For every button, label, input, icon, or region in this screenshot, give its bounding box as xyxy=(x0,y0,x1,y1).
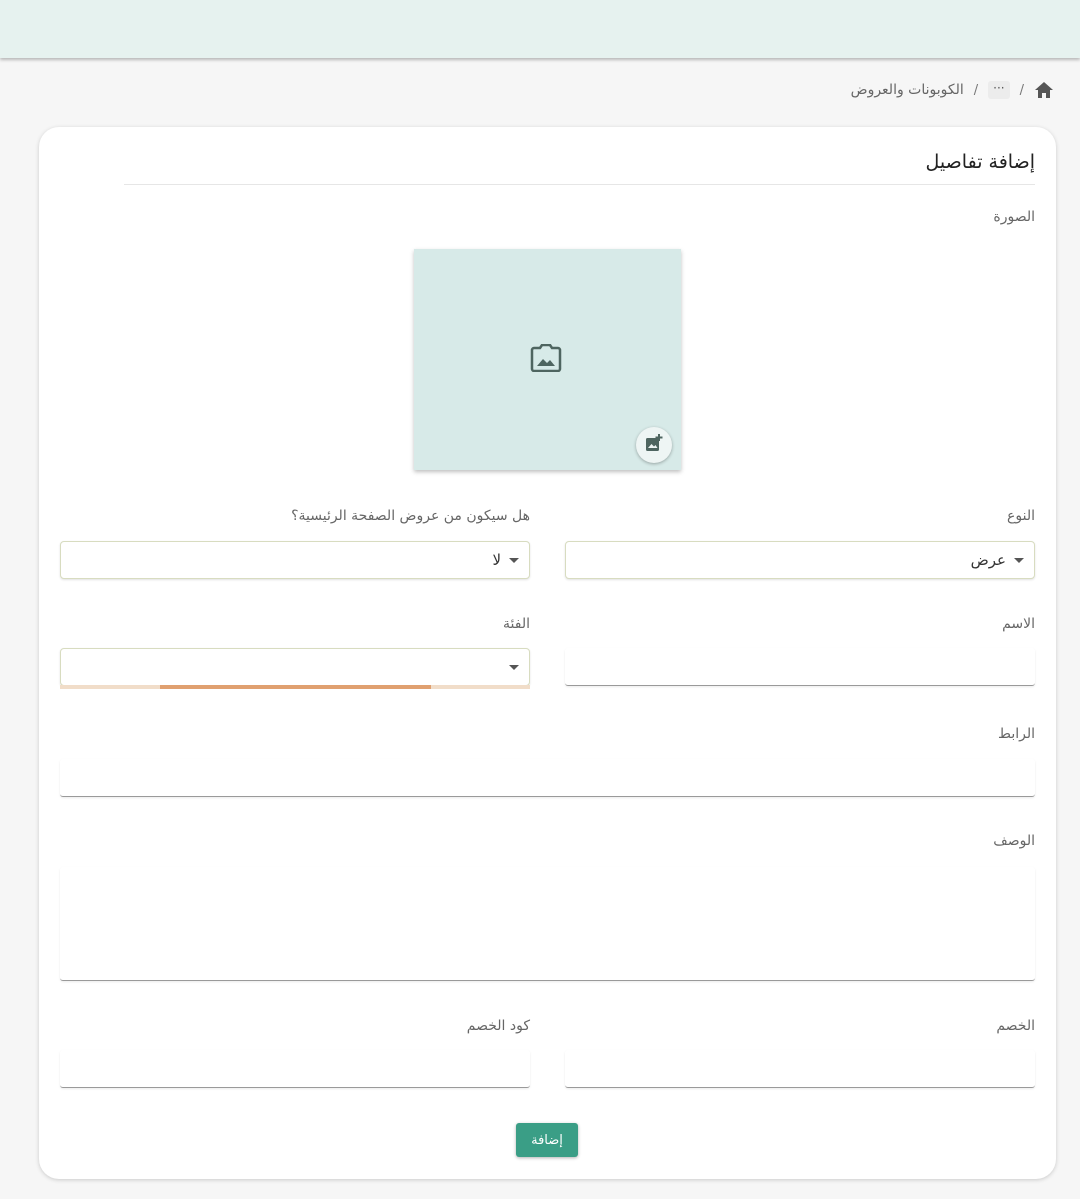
breadcrumb-ellipsis-button[interactable]: ··· xyxy=(988,81,1010,99)
discount-label: الخصم xyxy=(996,1018,1035,1034)
discount-code-label: كود الخصم xyxy=(466,1018,530,1034)
type-select[interactable]: عرض xyxy=(565,541,1035,579)
breadcrumb: / ··· / الكوبونات والعروض xyxy=(851,78,1054,102)
add-photo-icon xyxy=(645,434,663,456)
link-label: الرابط xyxy=(998,726,1035,742)
category-loading-indicator xyxy=(160,685,431,689)
caret-down-icon xyxy=(509,557,519,563)
title-divider xyxy=(124,184,1035,185)
breadcrumb-separator: / xyxy=(1019,82,1024,98)
breadcrumb-separator: / xyxy=(973,82,979,98)
category-loading-progress xyxy=(60,685,530,689)
home-icon[interactable] xyxy=(1034,81,1054,99)
caret-down-icon xyxy=(1014,557,1024,563)
description-label: الوصف xyxy=(993,833,1035,849)
type-select-value: عرض xyxy=(970,551,1006,569)
homepage-offer-select[interactable]: لا xyxy=(60,541,530,579)
name-input[interactable] xyxy=(565,648,1035,686)
discount-input[interactable] xyxy=(565,1050,1035,1088)
discount-code-input[interactable] xyxy=(60,1050,530,1088)
breadcrumb-current: الكوبونات والعروض xyxy=(850,82,964,98)
form-title: إضافة تفاصيل xyxy=(925,151,1035,173)
caret-down-icon xyxy=(509,664,519,670)
link-input[interactable] xyxy=(60,759,1035,797)
homepage-offer-select-value: لا xyxy=(492,551,501,569)
top-app-bar xyxy=(0,0,1080,58)
type-label: النوع xyxy=(1007,508,1035,524)
add-submit-button[interactable]: إضافة xyxy=(516,1123,578,1157)
add-photo-button[interactable] xyxy=(636,427,672,463)
image-upload-area[interactable] xyxy=(414,249,681,470)
name-label: الاسم xyxy=(1002,616,1035,632)
image-icon xyxy=(530,343,562,376)
category-select[interactable] xyxy=(60,648,530,686)
category-label: الفئة xyxy=(503,616,530,632)
description-textarea[interactable] xyxy=(60,867,1035,981)
homepage-offer-label: هل سيكون من عروض الصفحة الرئيسية؟ xyxy=(291,508,530,524)
details-form-card: إضافة تفاصيل الصورة النوع هل سيكون من عر… xyxy=(39,127,1056,1179)
image-label: الصورة xyxy=(993,209,1035,225)
